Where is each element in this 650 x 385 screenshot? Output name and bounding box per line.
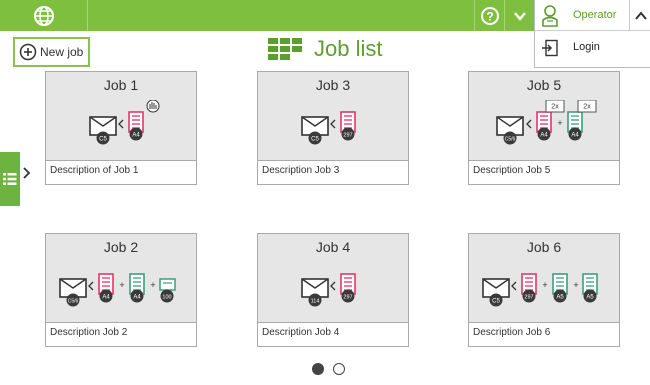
operator-label: Operator xyxy=(573,9,617,21)
job-configuration-icon: C5/6 A4 + A4 + 100 xyxy=(59,273,176,307)
svg-text:+: + xyxy=(557,118,562,128)
svg-text:?: ? xyxy=(486,9,493,23)
job-card[interactable]: Job 2 C5/6 A4 + A4 + 100 Description Job… xyxy=(45,233,197,347)
svg-text:A4: A4 xyxy=(132,133,140,139)
plus-circle-icon xyxy=(19,43,37,61)
job-configuration-icon: C5 297 xyxy=(301,111,356,145)
job-card[interactable]: Job 5 C5/6 A4 + A4 2x 2x Description Job… xyxy=(468,71,620,185)
user-icon xyxy=(542,5,558,27)
job-card[interactable]: Job 6 C5 297 + A5 + A5 Description Job 6 xyxy=(468,233,620,347)
svg-text:297: 297 xyxy=(343,133,352,139)
job-name: Job 4 xyxy=(315,239,351,255)
language-button[interactable] xyxy=(0,0,88,31)
svg-text:A4: A4 xyxy=(571,133,579,139)
grid-icon xyxy=(268,38,302,60)
job-configuration-icon: 114 297 xyxy=(301,273,356,307)
job-description: Description Job 4 xyxy=(262,327,340,338)
svg-text:A4: A4 xyxy=(540,133,548,139)
job-configuration-icon: C5 297 + A5 + A5 xyxy=(482,273,598,307)
svg-text:A5: A5 xyxy=(556,295,564,301)
svg-text:100: 100 xyxy=(162,295,171,301)
svg-text:297: 297 xyxy=(343,295,352,301)
svg-text:+: + xyxy=(542,280,547,290)
new-job-label: New job xyxy=(40,45,84,59)
job-description: Description of Job 1 xyxy=(50,165,139,176)
collapse-menu-button[interactable] xyxy=(629,0,650,31)
svg-text:A4: A4 xyxy=(133,295,141,301)
side-menu-tab[interactable] xyxy=(0,152,20,206)
operator-menu: Operator Login xyxy=(534,0,650,68)
svg-text:C5: C5 xyxy=(99,137,107,143)
job-name: Job 5 xyxy=(526,77,562,93)
operator-row[interactable]: Operator xyxy=(535,0,650,31)
login-label: Login xyxy=(573,41,600,53)
help-icon: ? xyxy=(480,6,499,25)
page-dot-2[interactable] xyxy=(333,363,345,375)
login-icon xyxy=(542,39,558,57)
svg-text:+: + xyxy=(150,280,155,290)
job-card[interactable]: Job 1 C5 A4 Description of Job 1 xyxy=(45,71,197,185)
svg-text:A5: A5 xyxy=(586,295,594,301)
svg-text:C5: C5 xyxy=(492,299,500,305)
job-name: Job 3 xyxy=(315,77,351,93)
job-configuration-icon: C5 A4 xyxy=(89,100,160,145)
svg-text:2x: 2x xyxy=(583,104,591,111)
job-card[interactable]: Job 3 C5 297 Description Job 3 xyxy=(257,71,409,185)
job-description: Description Job 3 xyxy=(262,165,340,176)
svg-text:114: 114 xyxy=(311,299,320,305)
new-job-button[interactable]: New job xyxy=(13,37,90,67)
svg-text:297: 297 xyxy=(524,295,533,301)
pagination xyxy=(312,363,345,375)
job-name: Job 1 xyxy=(103,77,139,93)
menu-list-icon xyxy=(3,173,17,185)
svg-text:+: + xyxy=(573,280,578,290)
user-menu-toggle[interactable] xyxy=(504,0,534,31)
job-card[interactable]: Job 4 114 297 Description Job 4 xyxy=(257,233,409,347)
chevron-up-icon xyxy=(634,10,647,20)
svg-text:2x: 2x xyxy=(551,104,559,111)
page-title: Job list xyxy=(314,36,383,61)
svg-text:+: + xyxy=(119,280,124,290)
svg-text:C5: C5 xyxy=(311,137,319,143)
help-button[interactable]: ? xyxy=(474,0,504,31)
job-configuration-icon: C5/6 A4 + A4 2x 2x xyxy=(496,100,597,145)
job-name: Job 6 xyxy=(526,239,562,255)
page-header: Job list xyxy=(268,36,382,62)
job-description: Description Job 6 xyxy=(473,327,551,338)
globe-icon xyxy=(33,5,54,26)
login-item[interactable]: Login xyxy=(535,31,650,68)
page-dot-1[interactable] xyxy=(312,363,324,375)
chevron-right-icon[interactable] xyxy=(22,166,32,180)
svg-text:C5/6: C5/6 xyxy=(68,298,79,304)
svg-text:A4: A4 xyxy=(102,295,110,301)
svg-text:C5/6: C5/6 xyxy=(505,136,516,142)
job-description: Description Job 2 xyxy=(50,327,128,338)
job-description: Description Job 5 xyxy=(473,165,551,176)
chevron-down-icon xyxy=(513,11,526,21)
job-name: Job 2 xyxy=(103,239,139,255)
